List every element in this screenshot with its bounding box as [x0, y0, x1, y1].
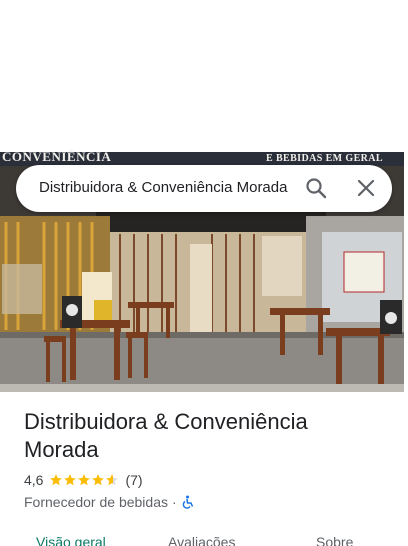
search-input[interactable]: Distribuidora & Conveniência Morada — [39, 179, 307, 196]
sign-right: E BEBIDAS EM GERAL — [266, 153, 383, 164]
close-icon[interactable] — [354, 176, 378, 200]
star-rating — [49, 473, 119, 487]
rating-row[interactable]: 4,6 (7) — [24, 472, 143, 488]
search-icon[interactable] — [304, 176, 328, 200]
search-bar[interactable]: Distribuidora & Conveniência Morada — [16, 165, 392, 212]
tab-reviews[interactable]: Avaliações — [168, 534, 235, 546]
star-icon — [78, 474, 91, 486]
place-tabs: Visão geral Avaliações Sobre — [0, 530, 408, 546]
tab-overview[interactable]: Visão geral — [36, 534, 106, 546]
wheelchair-icon — [181, 495, 195, 509]
blank-header-area — [0, 0, 408, 152]
sign-left: CONVENIÊNCIA — [2, 149, 112, 164]
review-count[interactable]: (7) — [125, 472, 142, 488]
place-title: Distribuidora & Conveniência Morada — [24, 409, 308, 462]
star-icon — [92, 474, 105, 486]
star-icon — [106, 474, 119, 486]
star-icon — [50, 474, 63, 486]
rating-value: 4,6 — [24, 472, 44, 488]
category-separator: · — [172, 494, 177, 510]
star-icon — [64, 474, 77, 486]
category-label: Fornecedor de bebidas — [24, 494, 168, 510]
category-row: Fornecedor de bebidas · — [24, 494, 195, 510]
tab-about[interactable]: Sobre — [316, 534, 353, 546]
